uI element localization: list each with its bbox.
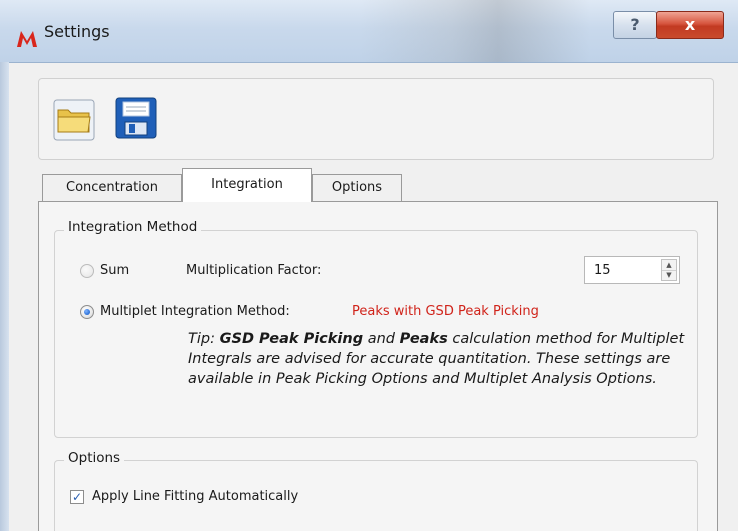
app-logo-icon	[17, 31, 37, 47]
sum-label: Sum	[100, 263, 130, 278]
multiplication-factor-spinbox[interactable]: 15 ▲ ▼	[584, 256, 680, 284]
settings-window: Settings ? x Concentration Integration O…	[0, 0, 738, 531]
help-button[interactable]: ?	[613, 11, 657, 39]
sum-radio[interactable]	[80, 264, 94, 278]
multiplication-factor-label: Multiplication Factor:	[186, 263, 322, 278]
title-bar: Settings ? x	[0, 0, 738, 63]
tip-prefix: Tip:	[188, 331, 220, 347]
window-edge	[0, 62, 9, 531]
tip-text: Tip: GSD Peak Picking and Peaks calculat…	[188, 329, 698, 389]
tip-bold-gsd: GSD Peak Picking	[219, 331, 364, 347]
options-group-title: Options	[64, 450, 125, 466]
title-bar-shading	[360, 0, 590, 62]
apply-line-fitting-checkbox[interactable]: ✓	[70, 490, 84, 504]
apply-line-fitting-label: Apply Line Fitting Automatically	[92, 489, 299, 504]
multiplet-method-label: Multiplet Integration Method:	[100, 304, 290, 319]
tab-concentration[interactable]: Concentration	[42, 174, 182, 201]
tip-mid: and	[363, 331, 400, 347]
tip-bold-peaks: Peaks	[399, 331, 448, 347]
folder-open-icon[interactable]	[53, 99, 95, 141]
multiplet-radio[interactable]	[80, 305, 94, 319]
spin-down-arrow-icon[interactable]: ▼	[662, 270, 676, 280]
toolbar	[38, 78, 714, 160]
spinbox-arrows: ▲ ▼	[661, 259, 677, 281]
window-title: Settings	[44, 22, 110, 41]
tab-integration[interactable]: Integration	[182, 168, 312, 202]
tab-options[interactable]: Options	[312, 174, 402, 201]
close-button[interactable]: x	[656, 11, 724, 39]
multiplet-method-value-link[interactable]: Peaks with GSD Peak Picking	[352, 304, 539, 319]
floppy-save-icon[interactable]	[115, 97, 157, 139]
multiplication-factor-value[interactable]: 15	[594, 263, 611, 278]
integration-method-title: Integration Method	[64, 219, 202, 235]
